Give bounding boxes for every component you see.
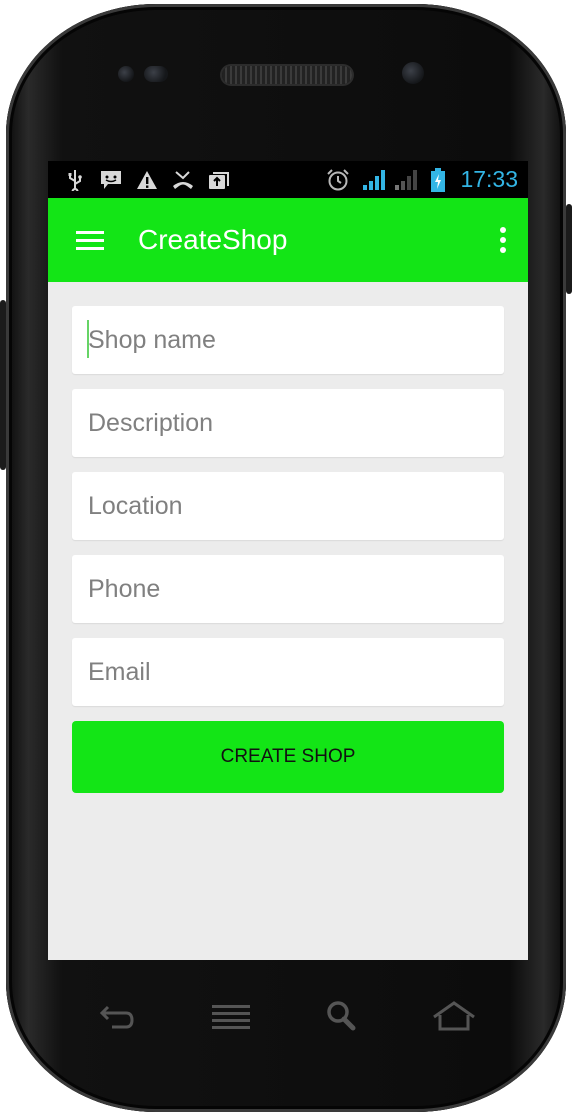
back-icon[interactable] xyxy=(96,997,140,1037)
home-icon[interactable] xyxy=(430,997,475,1037)
overflow-menu-icon[interactable] xyxy=(500,227,506,253)
menu-icon[interactable] xyxy=(210,997,254,1037)
battery-charging-icon xyxy=(430,168,446,192)
shop-name-placeholder: Shop name xyxy=(88,326,216,354)
shop-name-field[interactable]: Shop name xyxy=(72,306,504,374)
volume-button xyxy=(0,300,6,470)
search-icon[interactable] xyxy=(320,997,364,1037)
app-title: CreateShop xyxy=(138,224,288,255)
alarm-icon xyxy=(326,168,350,192)
email-placeholder: Email xyxy=(88,658,151,686)
power-button xyxy=(566,204,572,294)
description-field[interactable]: Description xyxy=(72,389,504,457)
phone-placeholder: Phone xyxy=(88,575,161,603)
upload-icon xyxy=(208,168,230,192)
location-placeholder: Location xyxy=(88,492,183,520)
screen: 17:33 CreateShop Shop name Description L… xyxy=(48,161,528,960)
phone-field[interactable]: Phone xyxy=(72,555,504,623)
clock: 17:33 xyxy=(460,166,518,192)
signal-weak-icon xyxy=(394,168,418,192)
front-camera xyxy=(402,62,424,84)
usb-icon xyxy=(66,168,84,192)
location-field[interactable]: Location xyxy=(72,472,504,540)
earpiece-speaker xyxy=(222,66,352,84)
hamburger-menu-icon[interactable] xyxy=(76,231,104,251)
warning-icon xyxy=(136,168,158,192)
missed-call-icon xyxy=(172,168,194,192)
email-field[interactable]: Email xyxy=(72,638,504,706)
app-bar: CreateShop xyxy=(48,198,528,282)
sms-icon xyxy=(100,168,122,192)
description-placeholder: Description xyxy=(88,409,214,437)
light-sensor xyxy=(144,66,168,82)
proximity-sensor xyxy=(118,66,134,82)
create-shop-button[interactable]: CREATE SHOP xyxy=(72,721,504,793)
status-bar: 17:33 xyxy=(48,161,528,198)
signal-icon xyxy=(362,168,386,192)
